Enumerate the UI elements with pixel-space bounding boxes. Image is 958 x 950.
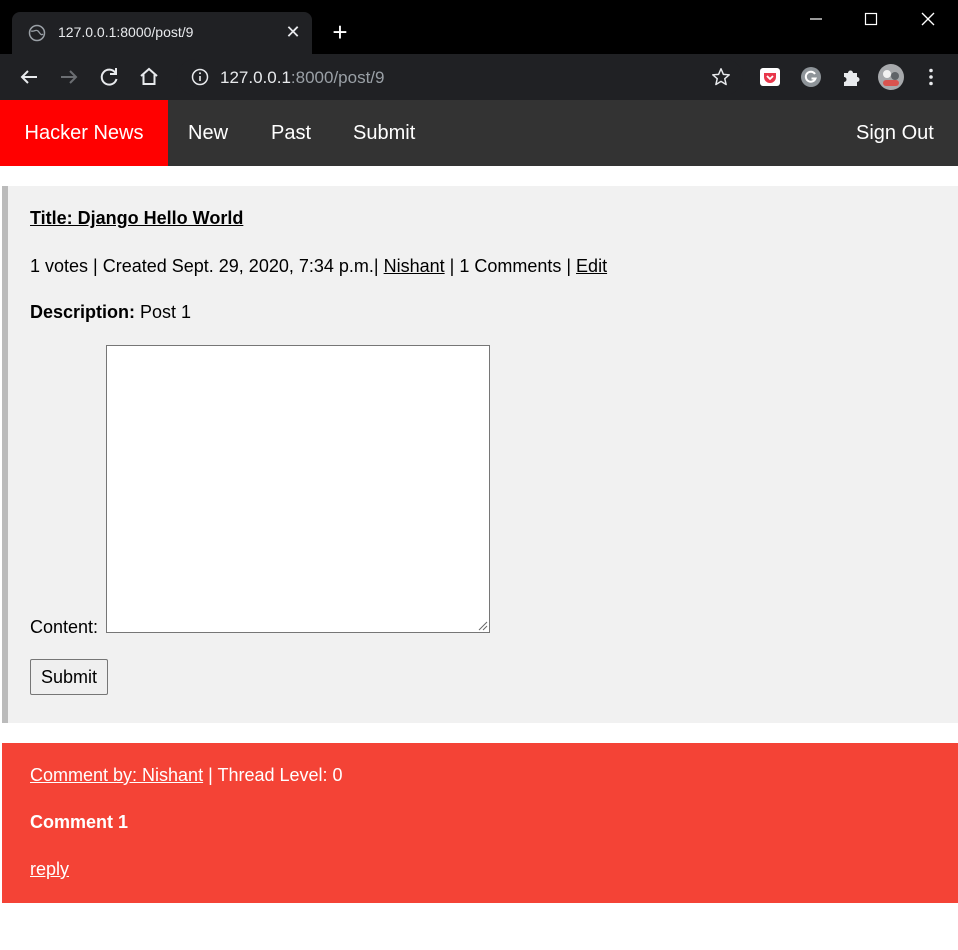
minimize-icon[interactable] [796, 6, 836, 32]
url-host: 127.0.0.1 [220, 68, 291, 87]
grammarly-extension-icon[interactable] [799, 65, 823, 89]
comment-author-link[interactable]: Comment by: Nishant [30, 765, 203, 785]
brand-link[interactable]: Hacker News [0, 100, 168, 166]
submit-comment-button[interactable]: Submit [30, 659, 108, 695]
back-icon[interactable] [17, 65, 41, 89]
pocket-extension-icon[interactable] [758, 65, 782, 89]
browser-tab-strip: 127.0.0.1:8000/post/9 ✕ + [0, 0, 958, 54]
post-comment-count: | 1 Comments | [449, 256, 572, 276]
home-icon[interactable] [137, 65, 161, 89]
menu-kebab-icon[interactable] [919, 65, 943, 89]
post-votes-created: 1 votes | Created Sept. 29, 2020, 7:34 p… [30, 256, 379, 276]
comment-body: Comment 1 [30, 812, 129, 832]
globe-icon [28, 24, 46, 42]
comment-card: Comment by: Nishant | Thread Level: 0 Co… [2, 743, 958, 903]
post-title-link[interactable]: Title: Django Hello World [30, 208, 243, 229]
maximize-icon[interactable] [851, 6, 891, 32]
post-edit-link[interactable]: Edit [576, 256, 607, 276]
browser-toolbar: 127.0.0.1:8000/post/9 [0, 54, 958, 100]
profile-avatar[interactable] [877, 63, 905, 91]
comment-meta: Comment by: Nishant | Thread Level: 0 [30, 765, 343, 786]
nav-link-past[interactable]: Past [271, 100, 311, 166]
post-description: Description: Post 1 [30, 302, 191, 323]
description-text: Post 1 [140, 302, 192, 322]
resize-grip-icon[interactable] [478, 621, 488, 631]
post-meta: 1 votes | Created Sept. 29, 2020, 7:34 p… [30, 256, 607, 277]
sign-out-link[interactable]: Sign Out [856, 100, 934, 166]
content-label: Content: [30, 617, 99, 637]
thread-level: | Thread Level: 0 [208, 765, 343, 785]
reload-icon[interactable] [97, 65, 121, 89]
url-text: 127.0.0.1:8000/post/9 [220, 68, 384, 88]
window-close-icon[interactable] [908, 6, 948, 32]
url-path: :8000/post/9 [290, 68, 385, 87]
description-label: Description: [30, 302, 136, 322]
browser-tab[interactable]: 127.0.0.1:8000/post/9 ✕ [12, 12, 312, 54]
address-bar[interactable]: 127.0.0.1:8000/post/9 [177, 59, 743, 95]
site-navbar: Hacker News New Past Submit Sign Out [0, 100, 958, 166]
reply-link[interactable]: reply [30, 859, 69, 880]
nav-link-submit[interactable]: Submit [353, 100, 415, 166]
post-author-link[interactable]: Nishant [384, 256, 445, 276]
tab-title: 127.0.0.1:8000/post/9 [58, 24, 194, 40]
extensions-puzzle-icon[interactable] [839, 65, 863, 89]
info-icon[interactable] [191, 68, 209, 86]
comment-content-textarea[interactable] [106, 345, 490, 633]
bookmark-star-icon[interactable] [710, 66, 732, 88]
nav-link-new[interactable]: New [188, 100, 228, 166]
new-tab-icon[interactable]: + [327, 19, 353, 45]
close-tab-icon[interactable]: ✕ [283, 22, 303, 42]
forward-icon[interactable] [57, 65, 81, 89]
post-card: Title: Django Hello World 1 votes | Crea… [2, 186, 958, 723]
